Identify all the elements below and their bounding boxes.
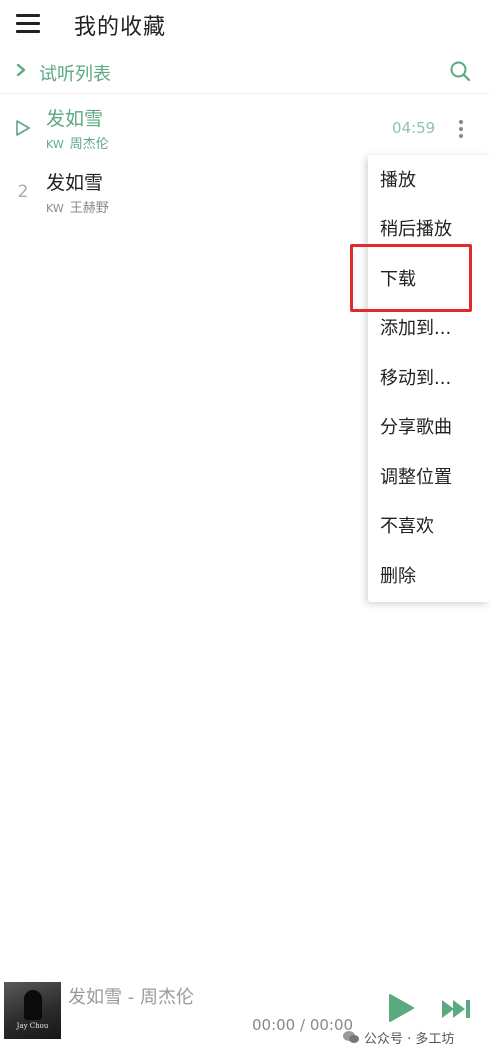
watermark: 公众号 · 多工坊 [342,1028,455,1047]
search-icon[interactable] [448,59,472,83]
playback-time: 00:00 / 00:00 [252,1016,354,1034]
menu-item-download[interactable]: 下载 [368,255,490,305]
skip-next-icon[interactable] [440,997,472,1021]
list-header: 试听列表 [0,50,490,94]
song-row[interactable]: 发如雪 KW 周杰伦 04:59 [0,100,490,160]
player-bar: Jay Chou 发如雪 - 周杰伦 00:00 / 00:00 公众号 · 多… [0,975,490,1058]
play-indicator-icon [16,120,30,136]
context-menu: 播放 稍后播放 下载 添加到... 移动到... 分享歌曲 调整位置 不喜欢 删… [368,155,490,602]
menu-item-move-to[interactable]: 移动到... [368,354,490,404]
menu-item-dislike[interactable]: 不喜欢 [368,502,490,552]
menu-item-share[interactable]: 分享歌曲 [368,403,490,453]
menu-item-play-later[interactable]: 稍后播放 [368,205,490,255]
now-playing-title: 发如雪 - 周杰伦 [68,987,194,1008]
menu-item-add-to[interactable]: 添加到... [368,304,490,354]
more-options-icon[interactable] [452,117,470,141]
song-title: 发如雪 [46,172,104,194]
menu-item-delete[interactable]: 删除 [368,552,490,602]
song-source: KW [46,138,64,151]
song-duration: 04:59 [392,119,436,137]
play-icon[interactable] [387,993,415,1023]
song-artist: 周杰伦 [69,137,109,152]
cover-text: Jay Chou [16,1022,49,1030]
song-title: 发如雪 [46,108,104,130]
song-meta: KW 周杰伦 [46,133,109,152]
song-source: KW [46,202,64,215]
row-number: 2 [17,182,29,202]
chevron-right-icon[interactable] [14,62,28,78]
menu-item-play[interactable]: 播放 [368,156,490,206]
watermark-text: 公众号 · 多工坊 [364,1031,455,1047]
hamburger-menu-icon[interactable] [16,12,42,36]
album-cover[interactable]: Jay Chou [4,982,61,1039]
menu-item-reorder[interactable]: 调整位置 [368,453,490,503]
list-name[interactable]: 试听列表 [39,60,111,86]
app-header: 我的收藏 [0,0,490,50]
song-meta: KW 王赫野 [46,197,109,216]
song-artist: 王赫野 [69,201,109,216]
page-title: 我的收藏 [74,15,167,40]
wechat-icon [343,1031,359,1043]
